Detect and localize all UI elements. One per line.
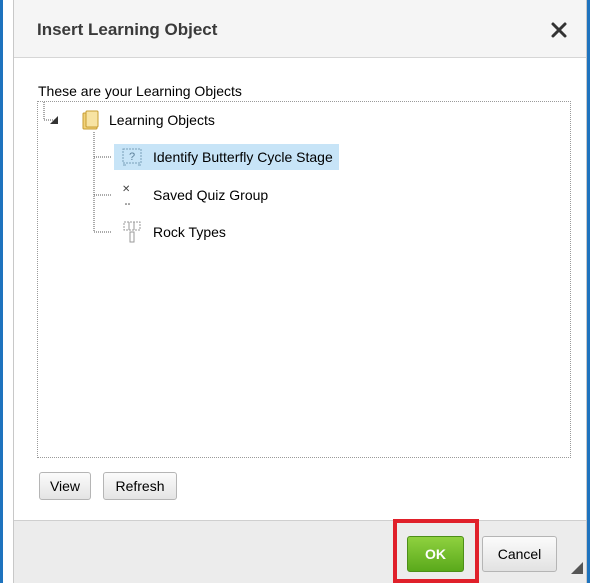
close-button[interactable] bbox=[549, 20, 569, 40]
svg-text:?: ? bbox=[129, 151, 135, 163]
tree-item-label: Rock Types bbox=[153, 224, 226, 240]
question-icon: ? bbox=[122, 148, 142, 166]
expand-toggle-icon[interactable] bbox=[48, 114, 60, 126]
refresh-button[interactable]: Refresh bbox=[103, 472, 177, 500]
cancel-button[interactable]: Cancel bbox=[482, 536, 557, 572]
tree-item-saved-quiz-group[interactable]: ✕ Saved Quiz Group bbox=[114, 182, 274, 208]
resize-grip-icon[interactable] bbox=[569, 560, 583, 574]
view-button[interactable]: View bbox=[39, 472, 91, 500]
tree-item-label: Saved Quiz Group bbox=[153, 187, 269, 203]
window-frame-left bbox=[0, 0, 3, 583]
tree-root-node[interactable]: Learning Objects bbox=[82, 107, 221, 133]
folder-icon bbox=[82, 110, 99, 130]
tree-root-label: Learning Objects bbox=[109, 112, 215, 128]
tree-item-identify-butterfly[interactable]: ? Identify Butterfly Cycle Stage bbox=[114, 144, 339, 170]
dialog-titlebar: Insert Learning Object bbox=[14, 0, 586, 58]
dialog-title: Insert Learning Object bbox=[37, 20, 218, 39]
ok-button[interactable]: OK bbox=[407, 536, 464, 572]
table-icon bbox=[123, 221, 141, 243]
close-icon bbox=[551, 22, 567, 38]
svg-text:✕: ✕ bbox=[122, 184, 130, 195]
tree-item-label: Identify Butterfly Cycle Stage bbox=[153, 149, 333, 165]
insert-learning-object-dialog: Insert Learning Object These are your Le… bbox=[13, 0, 587, 583]
quiz-group-icon: ✕ bbox=[122, 184, 130, 205]
tree-heading: These are your Learning Objects bbox=[38, 83, 242, 99]
learning-objects-tree: Learning Objects ? Identify Butterfly Cy… bbox=[37, 101, 571, 458]
tree-item-rock-types[interactable]: Rock Types bbox=[114, 219, 232, 245]
